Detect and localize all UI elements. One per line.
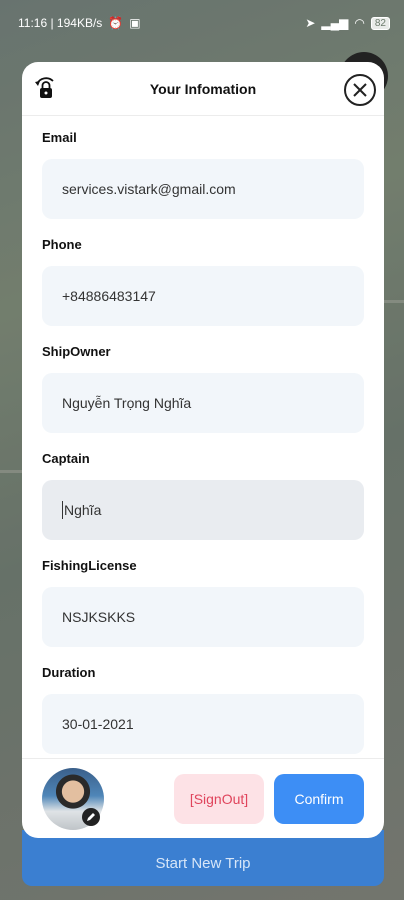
close-icon: [353, 83, 367, 97]
phone-value: +84886483147: [62, 288, 156, 304]
start-new-trip-button[interactable]: Start New Trip: [22, 830, 384, 886]
battery-indicator: 82: [370, 16, 390, 30]
confirm-button[interactable]: Confirm: [274, 773, 364, 824]
fishing-license-input[interactable]: NSJKSKKS: [42, 587, 364, 647]
wifi-icon: ◠: [354, 16, 365, 30]
shipowner-label: ShipOwner: [42, 344, 111, 359]
phone-label: Phone: [42, 237, 82, 252]
close-button[interactable]: [344, 74, 376, 106]
email-input[interactable]: services.vistark@gmail.com: [42, 159, 364, 219]
email-label: Email: [42, 130, 77, 145]
duration-field-group: Duration 30-01-2021: [42, 665, 364, 754]
shipowner-field-group: ShipOwner Nguyễn Trọng Nghĩa: [42, 344, 364, 433]
shipowner-input[interactable]: Nguyễn Trọng Nghĩa: [42, 373, 364, 433]
captain-field-group: Captain Nghĩa: [42, 451, 364, 540]
status-time: 11:16 | 194KB/s: [18, 16, 103, 30]
email-value: services.vistark@gmail.com: [62, 181, 236, 197]
phone-input[interactable]: +84886483147: [42, 266, 364, 326]
signal-icon: ▂▄▆: [321, 16, 349, 30]
avatar[interactable]: [42, 767, 104, 830]
fishing-license-label: FishingLicense: [42, 558, 137, 573]
start-new-trip-label: Start New Trip: [155, 854, 251, 872]
modal-header: Your Infomation: [22, 62, 384, 116]
signout-label: [SignOut]: [189, 790, 249, 807]
lock-refresh-icon: [35, 77, 54, 98]
modal-footer: [SignOut] Confirm: [22, 758, 384, 838]
captain-input[interactable]: Nghĩa: [42, 480, 364, 540]
captain-label: Captain: [42, 451, 90, 466]
duration-value: 30-01-2021: [62, 716, 134, 732]
captain-value: Nghĩa: [64, 502, 102, 518]
text-cursor: [62, 501, 63, 519]
notification-icon: ▣: [129, 16, 141, 30]
email-field-group: Email services.vistark@gmail.com: [42, 130, 364, 219]
status-bar: 11:16 | 194KB/s ⏰ ▣ ➤ ▂▄▆ ◠ 82: [0, 0, 404, 46]
lock-refresh-button[interactable]: [30, 74, 62, 106]
duration-label: Duration: [42, 665, 96, 680]
shipowner-value: Nguyễn Trọng Nghĩa: [62, 395, 192, 411]
info-form: Email services.vistark@gmail.com Phone +…: [22, 116, 384, 754]
confirm-label: Confirm: [294, 790, 344, 807]
signout-button[interactable]: [SignOut]: [174, 773, 264, 824]
duration-input[interactable]: 30-01-2021: [42, 694, 364, 754]
fishing-license-field-group: FishingLicense NSJKSKKS: [42, 558, 364, 647]
information-modal: Your Infomation Email services.vistark@g…: [22, 62, 384, 838]
location-icon: ➤: [305, 16, 316, 30]
phone-field-group: Phone +84886483147: [42, 237, 364, 326]
fishing-license-value: NSJKSKKS: [62, 609, 136, 625]
edit-avatar-icon[interactable]: [82, 807, 100, 826]
alarm-icon: ⏰: [108, 16, 124, 30]
modal-title: Your Infomation: [149, 80, 257, 97]
